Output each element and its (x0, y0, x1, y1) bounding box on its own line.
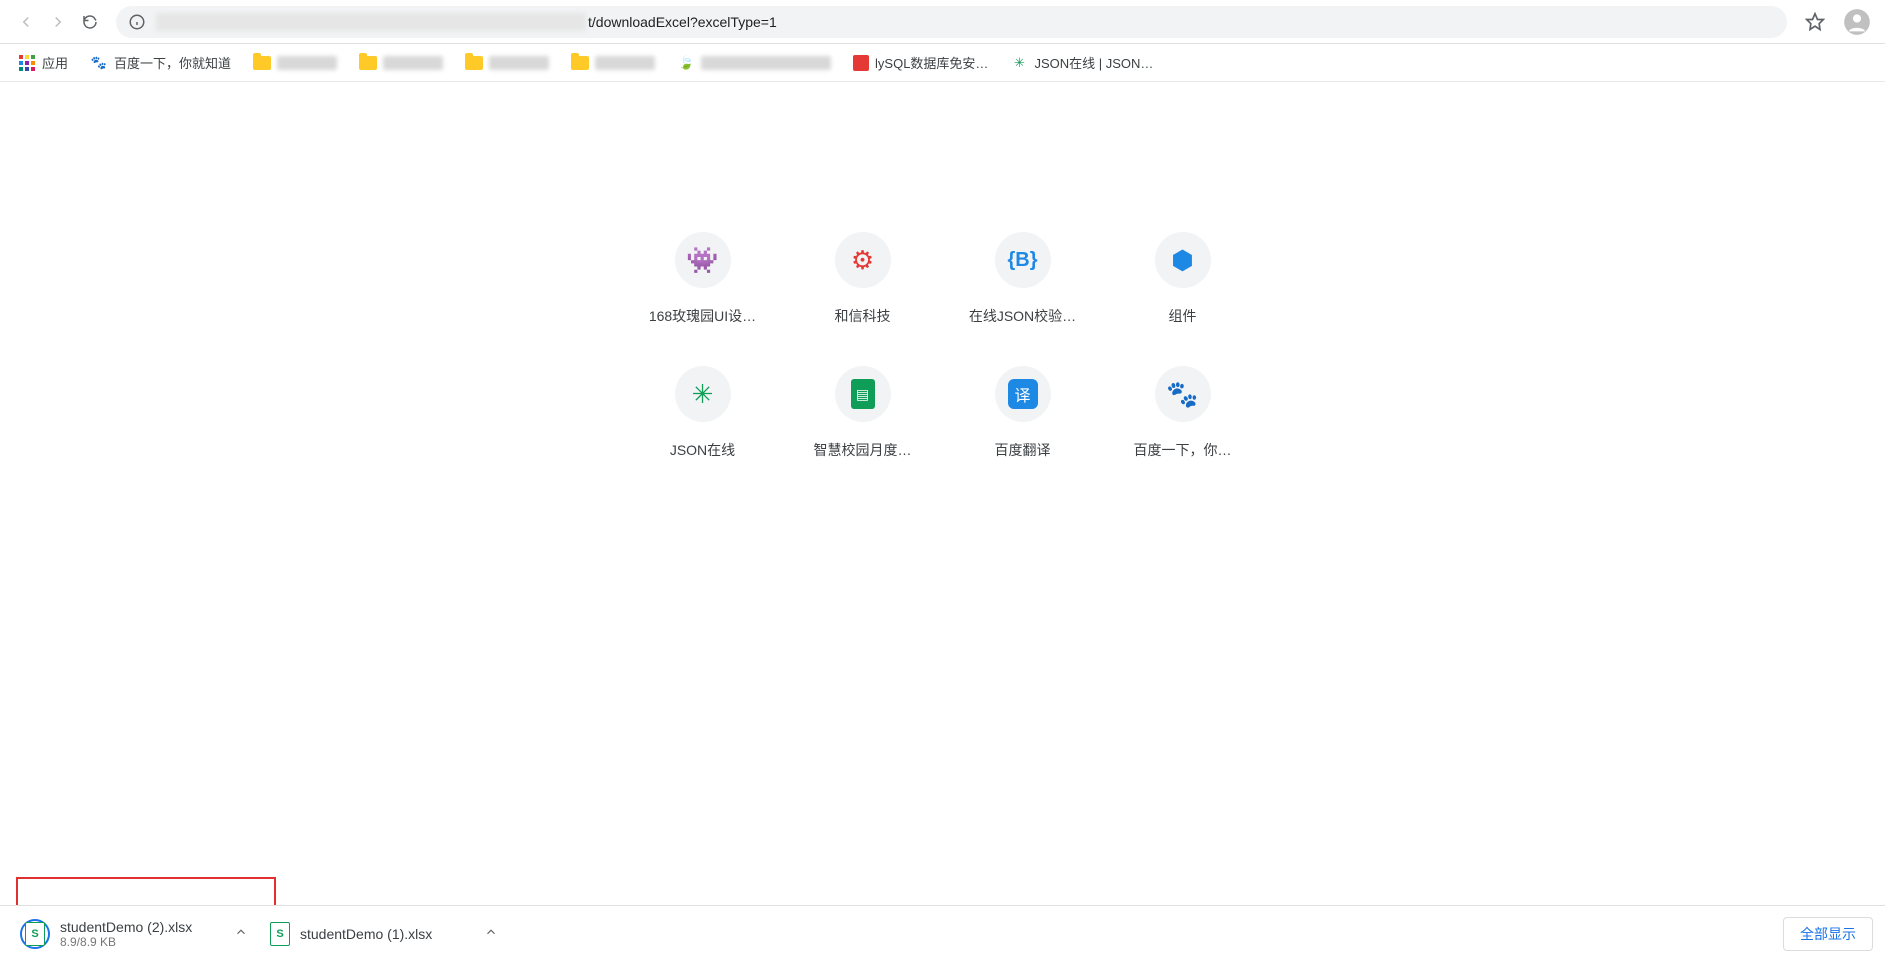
cube-icon: ⬢ (1171, 245, 1194, 276)
mysql-icon (853, 55, 869, 71)
bookmark-folder-4[interactable] (565, 50, 661, 76)
bookmark-folder-3[interactable] (459, 50, 555, 76)
bookmark-label: lySQL数据库免安… (875, 53, 988, 72)
bookmark-folder-1[interactable] (247, 50, 343, 76)
download-item[interactable]: studentDemo (2).xlsx 8.9/8.9 KB (12, 913, 262, 955)
shortcut-label: 组件 (1169, 306, 1197, 326)
bookmark-label: 百度一下，你就知道 (114, 53, 231, 72)
shortcut-tile[interactable]: 译 百度翻译 (953, 366, 1093, 460)
blurred-label (701, 56, 831, 70)
bookmark-baidu[interactable]: 🐾 百度一下，你就知道 (84, 49, 237, 76)
shortcut-label: 百度一下，你… (1134, 440, 1232, 460)
download-filename: studentDemo (1).xlsx (300, 926, 432, 942)
user-profile-button[interactable] (1839, 4, 1875, 40)
folder-icon (253, 54, 271, 72)
shortcut-tile[interactable]: 🐾 百度一下，你… (1113, 366, 1253, 460)
address-blurred (156, 13, 586, 31)
shortcut-tile[interactable]: ⬢ 组件 (1113, 232, 1253, 326)
back-button[interactable] (10, 6, 42, 38)
baidu-icon: 🐾 (1166, 379, 1198, 410)
bookmark-star-button[interactable] (1797, 4, 1833, 40)
sheet-icon: ▤ (851, 379, 875, 409)
shortcut-label: 168玫瑰园UI设… (649, 306, 756, 326)
show-all-downloads-button[interactable]: 全部显示 (1783, 917, 1873, 951)
bookmark-mysql[interactable]: lySQL数据库免安… (847, 49, 994, 76)
address-text: t/downloadExcel?excelType=1 (588, 14, 777, 30)
apps-grid-icon (18, 54, 36, 72)
apps-button[interactable]: 应用 (12, 49, 74, 76)
forward-button[interactable] (42, 6, 74, 38)
translate-icon: 译 (1008, 379, 1038, 409)
chevron-up-icon[interactable] (234, 925, 248, 942)
shortcut-tile[interactable]: ✳ JSON在线 (633, 366, 773, 460)
shortcut-label: 智慧校园月度… (814, 440, 912, 460)
download-progress-icon (20, 919, 50, 949)
blurred-label (277, 56, 337, 70)
browser-toolbar: t/downloadExcel?excelType=1 (0, 0, 1885, 44)
shortcut-tile[interactable]: ⚙ 和信科技 (793, 232, 933, 326)
monster-icon: 👾 (686, 245, 718, 276)
folder-icon (571, 54, 589, 72)
baidu-paw-icon: 🐾 (90, 54, 108, 72)
folder-icon (359, 54, 377, 72)
chevron-up-icon[interactable] (484, 925, 498, 942)
shortcut-label: 在线JSON校验… (969, 306, 1076, 326)
shortcut-tile[interactable]: 👾 168玫瑰园UI设… (633, 232, 773, 326)
shortcuts-grid: 👾 168玫瑰园UI设… ⚙ 和信科技 {B} 在线JSON校验… ⬢ 组件 ✳… (633, 232, 1253, 460)
download-progress-text: 8.9/8.9 KB (60, 935, 192, 949)
bookmark-spring[interactable]: 🍃 (671, 50, 837, 76)
blurred-label (383, 56, 443, 70)
puzzle-icon: ✳ (692, 379, 714, 410)
gear-icon: ⚙ (851, 245, 874, 276)
folder-icon (465, 54, 483, 72)
address-bar[interactable]: t/downloadExcel?excelType=1 (116, 6, 1787, 38)
shortcut-label: 和信科技 (835, 306, 891, 326)
shortcut-label: JSON在线 (670, 440, 735, 460)
download-filename: studentDemo (2).xlsx (60, 919, 192, 935)
code-icon: {B} (1007, 249, 1037, 272)
reload-button[interactable] (74, 6, 106, 38)
bookmarks-bar: 应用 🐾 百度一下，你就知道 🍃 lySQL数据库免安… ✳ JSON在线 | … (0, 44, 1885, 82)
blurred-label (489, 56, 549, 70)
leaf-icon: 🍃 (677, 54, 695, 72)
puzzle-icon: ✳ (1010, 54, 1028, 72)
bookmark-folder-2[interactable] (353, 50, 449, 76)
apps-label: 应用 (42, 53, 68, 72)
xlsx-file-icon (270, 922, 290, 946)
download-item[interactable]: studentDemo (1).xlsx (262, 916, 512, 952)
shortcut-tile[interactable]: ▤ 智慧校园月度… (793, 366, 933, 460)
blurred-label (595, 56, 655, 70)
info-icon (128, 13, 146, 31)
xlsx-file-icon (25, 922, 45, 946)
bookmark-json[interactable]: ✳ JSON在线 | JSON… (1004, 49, 1159, 76)
shortcut-label: 百度翻译 (995, 440, 1051, 460)
shortcut-tile[interactable]: {B} 在线JSON校验… (953, 232, 1093, 326)
downloads-bar: studentDemo (2).xlsx 8.9/8.9 KB studentD… (0, 905, 1885, 961)
new-tab-content: 👾 168玫瑰园UI设… ⚙ 和信科技 {B} 在线JSON校验… ⬢ 组件 ✳… (0, 82, 1885, 905)
bookmark-label: JSON在线 | JSON… (1034, 53, 1153, 72)
